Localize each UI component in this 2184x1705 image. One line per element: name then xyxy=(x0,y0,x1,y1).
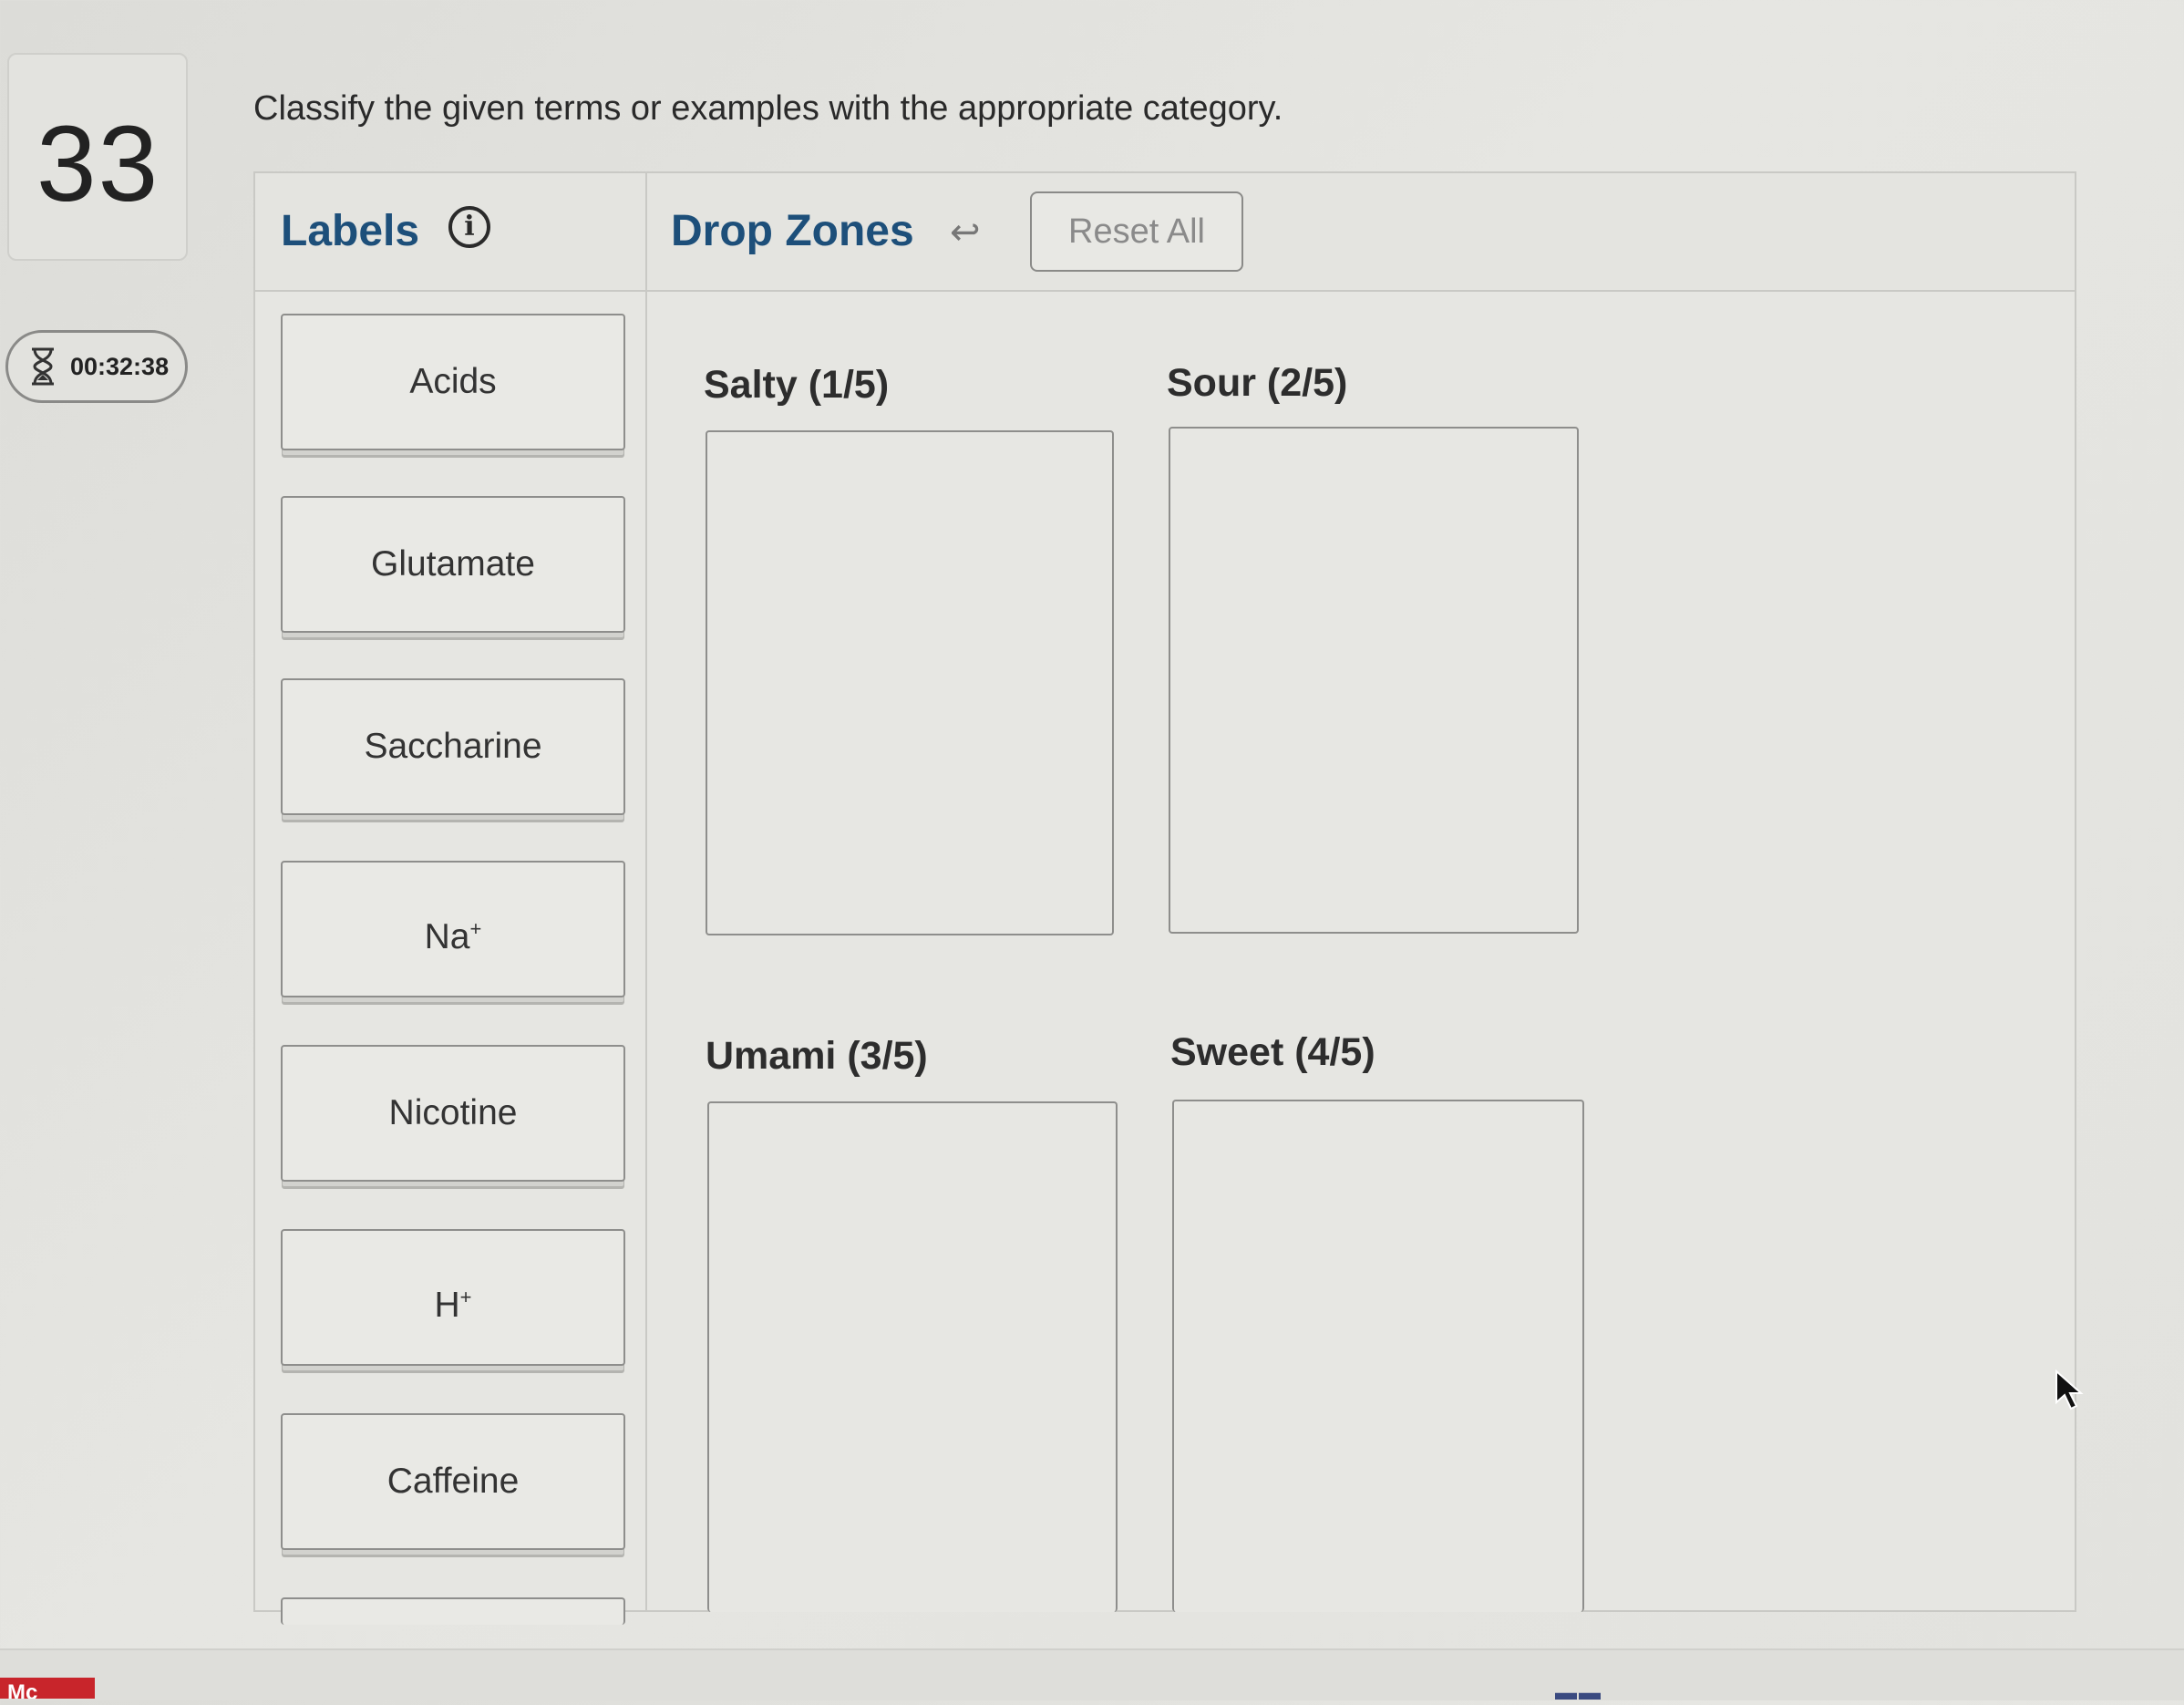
footer-bar xyxy=(0,1648,2184,1700)
column-divider xyxy=(645,173,647,1610)
zone-title-salty: Salty (1/5) xyxy=(704,363,890,407)
hourglass-icon xyxy=(32,347,54,386)
label-card-sodium-ion[interactable]: Na+ xyxy=(281,861,625,997)
zone-title-umami: Umami (3/5) xyxy=(706,1034,928,1078)
question-number: 33 xyxy=(36,104,160,224)
label-text: Acids xyxy=(409,362,497,401)
label-card-hydrogen-ion[interactable]: H+ xyxy=(281,1229,625,1366)
label-text: Nicotine xyxy=(388,1093,518,1132)
label-superscript: + xyxy=(469,917,482,940)
drop-zone-sour[interactable] xyxy=(1169,427,1579,934)
label-card-glutamate[interactable]: Glutamate xyxy=(281,496,625,633)
more-menu-icon[interactable]: ▬▬ xyxy=(1555,1682,1602,1704)
mouse-cursor-icon xyxy=(2055,1369,2084,1410)
label-card-partial[interactable] xyxy=(281,1597,625,1625)
timer-badge[interactable]: 00:32:38 xyxy=(5,330,188,403)
label-text: H xyxy=(434,1286,460,1325)
drop-zone-sweet[interactable] xyxy=(1172,1100,1584,1612)
timer-text: 00:32:38 xyxy=(70,352,170,380)
undo-icon[interactable]: ↩ xyxy=(950,212,981,253)
label-card-acids[interactable]: Acids xyxy=(281,314,625,450)
question-prompt: Classify the given terms or examples wit… xyxy=(253,89,1283,128)
drop-zone-salty[interactable] xyxy=(706,430,1114,935)
labels-heading: Labels xyxy=(281,207,420,255)
reset-all-button[interactable]: Reset All xyxy=(1030,191,1243,272)
label-text: Na xyxy=(424,917,470,956)
label-card-caffeine[interactable]: Caffeine xyxy=(281,1413,625,1550)
label-text: Glutamate xyxy=(371,544,535,584)
drag-drop-panel: Labels i Drop Zones ↩ Reset All Acids Gl… xyxy=(253,171,2076,1625)
info-icon[interactable]: i xyxy=(448,206,490,248)
drop-zone-umami[interactable] xyxy=(707,1101,1118,1612)
label-card-saccharine[interactable]: Saccharine xyxy=(281,678,625,815)
zone-title-sour: Sour (2/5) xyxy=(1167,361,1348,405)
drop-zones-heading: Drop Zones xyxy=(671,207,914,255)
question-number-box: 33 xyxy=(7,53,188,261)
label-text: Caffeine xyxy=(386,1462,520,1501)
publisher-logo: Mc xyxy=(0,1678,95,1699)
label-text: Saccharine xyxy=(364,727,542,766)
label-superscript: + xyxy=(459,1286,472,1308)
label-card-nicotine[interactable]: Nicotine xyxy=(281,1045,625,1182)
zone-title-sweet: Sweet (4/5) xyxy=(1170,1030,1375,1074)
